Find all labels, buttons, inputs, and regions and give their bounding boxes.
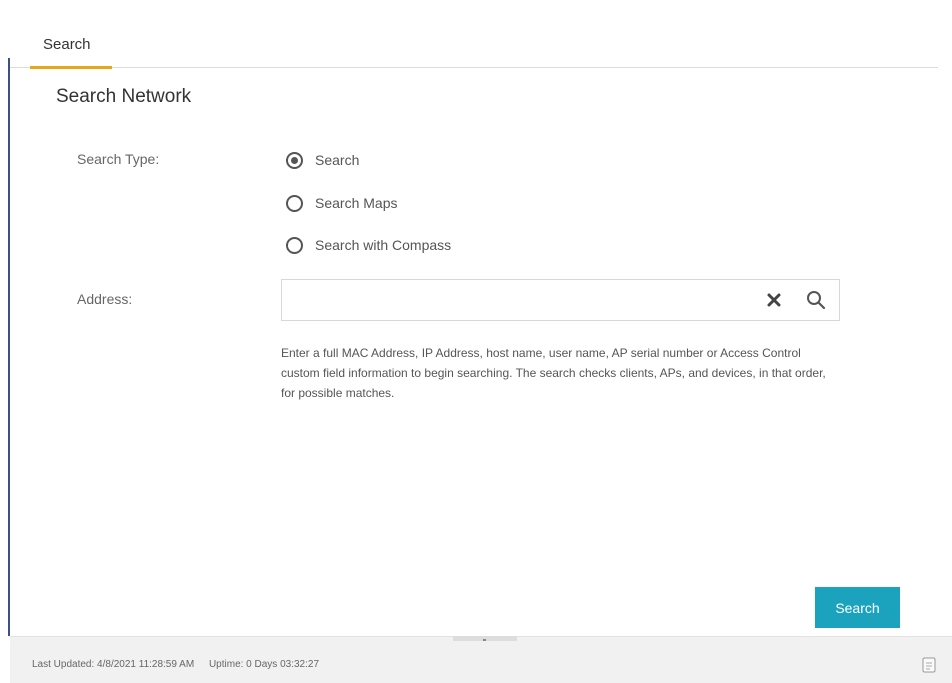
tab-search[interactable]: Search: [20, 22, 112, 69]
address-help-text: Enter a full MAC Address, IP Address, ho…: [281, 346, 826, 400]
close-icon[interactable]: [762, 288, 786, 312]
radio-label-search: Search: [315, 152, 360, 168]
left-border-rule: [8, 58, 10, 636]
search-type-label: Search Type:: [77, 151, 160, 167]
address-label: Address:: [77, 291, 133, 307]
radio-option-search-with-compass[interactable]: Search with Compass: [286, 234, 451, 256]
last-updated-text: Last Updated: 4/8/2021 11:28:59 AM: [32, 659, 195, 670]
panel-resize-handle[interactable]: [453, 636, 517, 641]
active-tab-indicator: [30, 66, 112, 69]
section-title: Search Network: [56, 86, 192, 107]
address-input[interactable]: [282, 280, 752, 320]
status-footer: Last Updated: 4/8/2021 11:28:59 AM Uptim…: [10, 636, 952, 683]
document-icon[interactable]: [922, 657, 936, 673]
tab-bar: Search: [10, 22, 938, 69]
radio-option-search-maps[interactable]: Search Maps: [286, 192, 397, 214]
radio-button-icon[interactable]: [286, 194, 303, 212]
search-icon[interactable]: [804, 288, 828, 312]
radio-label-search-maps: Search Maps: [315, 195, 398, 211]
radio-button-selected-icon[interactable]: [286, 151, 303, 169]
radio-option-search[interactable]: Search: [286, 149, 359, 171]
resize-grip-icon: [483, 639, 486, 641]
search-button[interactable]: Search: [815, 587, 900, 628]
status-text: Last Updated: 4/8/2021 11:28:59 AM Uptim…: [32, 659, 319, 670]
radio-button-icon[interactable]: [286, 236, 303, 254]
radio-label-search-with-compass: Search with Compass: [315, 237, 452, 253]
tab-search-label: Search: [43, 36, 91, 53]
uptime-text: Uptime: 0 Days 03:32:27: [208, 659, 320, 670]
address-field: [281, 279, 840, 321]
